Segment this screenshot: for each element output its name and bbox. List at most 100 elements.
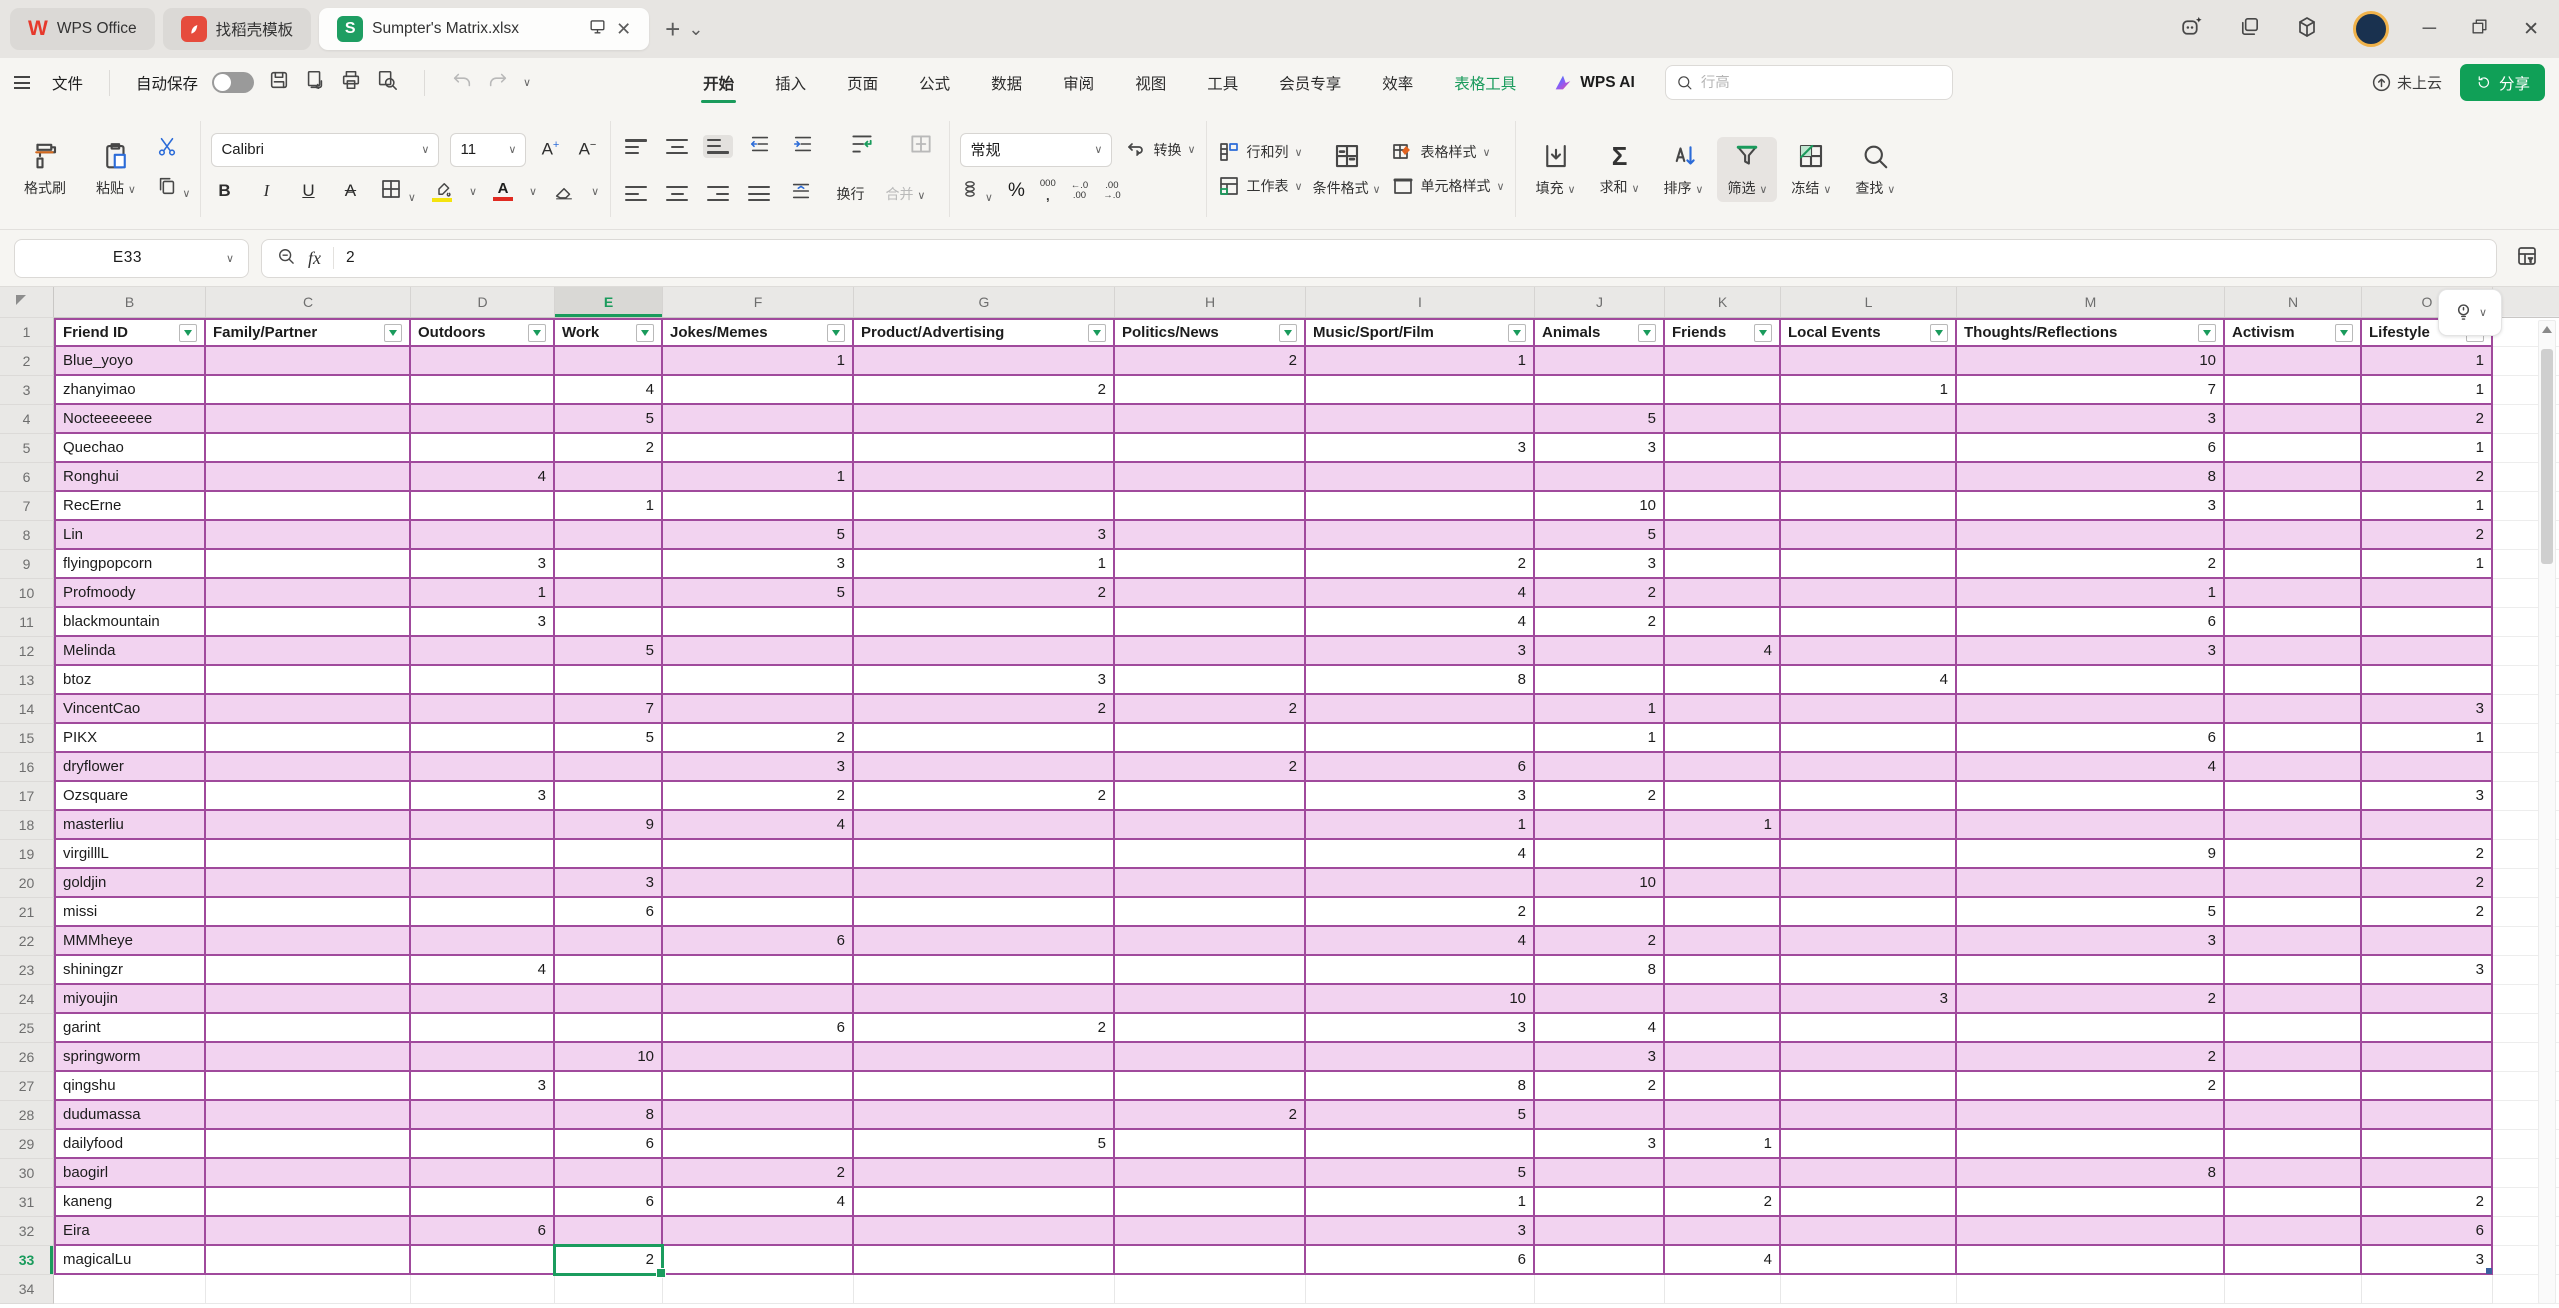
cell-L2[interactable] [1781,347,1957,376]
cell-F5[interactable] [663,434,854,463]
row-header-16[interactable]: 16 [0,753,54,782]
row-header-30[interactable]: 30 [0,1159,54,1188]
cell-C29[interactable] [206,1130,411,1159]
cell-F34[interactable] [663,1275,854,1304]
cell-I14[interactable] [1306,695,1535,724]
cell-E11[interactable] [555,608,663,637]
cell-C9[interactable] [206,550,411,579]
cell-D26[interactable] [411,1043,555,1072]
cell-B31[interactable]: kaneng [54,1188,206,1217]
row-header-32[interactable]: 32 [0,1217,54,1246]
redo-icon[interactable] [487,69,509,96]
cell-F11[interactable] [663,608,854,637]
undo-icon[interactable] [451,69,473,96]
cut-icon[interactable] [156,136,191,163]
cell-N17[interactable] [2225,782,2362,811]
col-header-L[interactable]: L [1781,287,1957,317]
cell-E15[interactable]: 5 [555,724,663,753]
cell-E4[interactable]: 5 [555,405,663,434]
cell-M17[interactable] [1957,782,2225,811]
align-right-icon[interactable] [703,182,733,205]
cell-M12[interactable]: 3 [1957,637,2225,666]
cell-O14[interactable]: 3 [2362,695,2493,724]
cell-L3[interactable]: 1 [1781,376,1957,405]
row-header-15[interactable]: 15 [0,724,54,753]
cell-G15[interactable] [854,724,1115,753]
cell-G22[interactable] [854,927,1115,956]
cell-G30[interactable] [854,1159,1115,1188]
cell-H15[interactable] [1115,724,1306,753]
cell-E22[interactable] [555,927,663,956]
search-input[interactable] [1701,75,1942,91]
cell-E8[interactable] [555,521,663,550]
cell-M16[interactable]: 4 [1957,753,2225,782]
tab-docer-templates[interactable]: 找稻壳模板 [163,8,312,50]
cell-L28[interactable] [1781,1101,1957,1130]
cell-L12[interactable] [1781,637,1957,666]
cell-F3[interactable] [663,376,854,405]
cell-H26[interactable] [1115,1043,1306,1072]
cell-O5[interactable]: 1 [2362,434,2493,463]
row-header-8[interactable]: 8 [0,521,54,550]
tab-tools[interactable]: 工具 [1205,61,1240,105]
cell-G6[interactable] [854,463,1115,492]
cell-B10[interactable]: Profmoody [54,579,206,608]
cell-M7[interactable]: 3 [1957,492,2225,521]
tab-review[interactable]: 审阅 [1061,61,1096,105]
cell-E16[interactable] [555,753,663,782]
align-middle-icon[interactable] [662,135,692,158]
cell-O18[interactable] [2362,811,2493,840]
cell-K16[interactable] [1665,753,1781,782]
col-header-N[interactable]: N [2225,287,2362,317]
filter-dropdown-icon[interactable] [179,324,197,342]
row-header-21[interactable]: 21 [0,898,54,927]
cell-name-box[interactable]: E33 ∨ [14,239,249,278]
cell-M31[interactable] [1957,1188,2225,1217]
cell-N26[interactable] [2225,1043,2362,1072]
currency-format-icon[interactable]: ∨ [960,177,993,206]
cell-H24[interactable] [1115,985,1306,1014]
cell-H29[interactable] [1115,1130,1306,1159]
cell-G27[interactable] [854,1072,1115,1101]
cell-K11[interactable] [1665,608,1781,637]
cell-D15[interactable] [411,724,555,753]
cell-I26[interactable] [1306,1043,1535,1072]
cell-C32[interactable] [206,1217,411,1246]
save-icon[interactable] [268,69,290,96]
cell-O11[interactable] [2362,608,2493,637]
row-header-5[interactable]: 5 [0,434,54,463]
cell-N34[interactable] [2225,1275,2362,1304]
col-header-I[interactable]: I [1306,287,1535,317]
col-header-D[interactable]: D [411,287,555,317]
cell-J22[interactable]: 2 [1535,927,1665,956]
cell-F14[interactable] [663,695,854,724]
cell-B3[interactable]: zhanyimao [54,376,206,405]
row-header-1[interactable]: 1 [0,318,54,347]
increase-font-icon[interactable]: A+ [537,139,563,160]
cell-F16[interactable]: 3 [663,753,854,782]
cell-I24[interactable]: 10 [1306,985,1535,1014]
cell-J11[interactable]: 2 [1535,608,1665,637]
cell-O9[interactable]: 1 [2362,550,2493,579]
cell-F10[interactable]: 5 [663,579,854,608]
cell-F27[interactable] [663,1072,854,1101]
cell-N11[interactable] [2225,608,2362,637]
cell-N9[interactable] [2225,550,2362,579]
cell-E33[interactable]: 2 [555,1246,663,1275]
cell-O29[interactable] [2362,1130,2493,1159]
cell-B12[interactable]: Melinda [54,637,206,666]
cell-B14[interactable]: VincentCao [54,695,206,724]
cell-H12[interactable] [1115,637,1306,666]
cell-C3[interactable] [206,376,411,405]
cell-M25[interactable] [1957,1014,2225,1043]
cell-H4[interactable] [1115,405,1306,434]
cell-O27[interactable] [2362,1072,2493,1101]
cell-O22[interactable] [2362,927,2493,956]
cell-J3[interactable] [1535,376,1665,405]
cell-G17[interactable]: 2 [854,782,1115,811]
cell-E14[interactable]: 7 [555,695,663,724]
cell-I23[interactable] [1306,956,1535,985]
cell-G25[interactable]: 2 [854,1014,1115,1043]
cell-N15[interactable] [2225,724,2362,753]
table-style-button[interactable]: 表格样式∨ [1391,140,1491,164]
